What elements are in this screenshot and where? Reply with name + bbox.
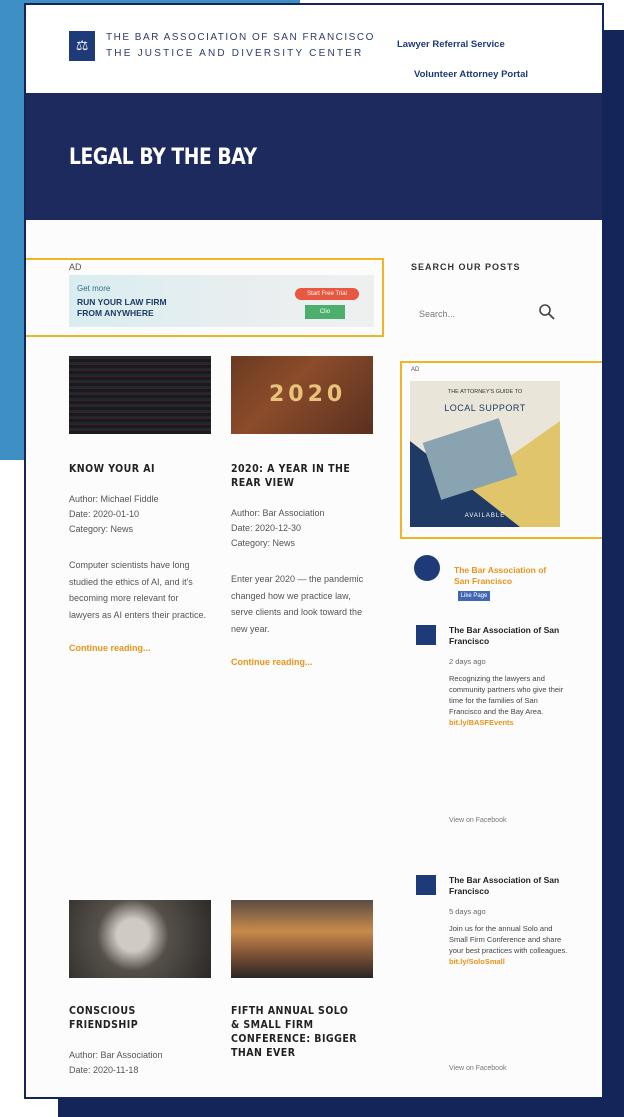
facebook-page-avatar[interactable] bbox=[414, 555, 440, 581]
search-placeholder: Search... bbox=[419, 309, 456, 319]
site-header: ⚖ THE BAR ASSOCIATION OF SAN FRANCISCO T… bbox=[26, 5, 602, 93]
book-kicker: THE ATTORNEY'S GUIDE TO bbox=[447, 389, 523, 395]
ad-brand-badge: Clio bbox=[305, 305, 345, 319]
post-card: KNOW YOUR AI Author: Michael Fiddle Date… bbox=[69, 356, 211, 653]
facebook-post-footer[interactable]: View on Facebook bbox=[449, 817, 506, 824]
post-author: Author: Bar Association bbox=[231, 508, 325, 518]
post-thumbnail-fist[interactable] bbox=[69, 900, 211, 978]
sidebar-ad-label: AD bbox=[411, 367, 420, 373]
book-title: LOCAL SUPPORT bbox=[444, 403, 526, 413]
facebook-post-link[interactable]: bit.ly/BASFEvents bbox=[449, 717, 569, 728]
book-footer: AVAILABLE bbox=[464, 513, 506, 519]
facebook-post-avatar[interactable] bbox=[416, 875, 436, 895]
facebook-page-title[interactable]: The Bar Association of San Francisco bbox=[454, 565, 564, 587]
facebook-post-body: Join us for the annual Solo and Small Fi… bbox=[449, 924, 568, 955]
post-thumbnail-code[interactable] bbox=[69, 356, 211, 434]
facebook-post-date[interactable]: 5 days ago bbox=[449, 907, 486, 916]
sidebar-book-ad[interactable]: THE ATTORNEY'S GUIDE TO LOCAL SUPPORT AV… bbox=[410, 381, 560, 527]
facebook-post-avatar[interactable] bbox=[416, 625, 436, 645]
page-title: LEGAL BY THE BAY bbox=[69, 145, 257, 170]
facebook-post: The Bar Association of San Francisco 2 d… bbox=[416, 625, 566, 845]
search-icon[interactable] bbox=[538, 303, 556, 321]
post-meta: Author: Bar Association Date: 2020-11-18 bbox=[69, 1048, 211, 1078]
page-banner: LEGAL BY THE BAY bbox=[26, 93, 602, 220]
post-thumbnail-2020[interactable]: 2020 bbox=[231, 356, 373, 434]
facebook-post-body: Recognizing the lawyers and community pa… bbox=[449, 674, 564, 716]
post-date: Date: 2020-01-10 bbox=[69, 509, 140, 519]
facebook-post-footer[interactable]: View on Facebook bbox=[449, 1065, 506, 1072]
post-meta: Author: Michael Fiddle Date: 2020-01-10 … bbox=[69, 492, 211, 537]
ad-headline-1: RUN YOUR LAW FIRM bbox=[77, 297, 167, 307]
post-title[interactable]: 2020: A YEAR IN THE REAR VIEW bbox=[231, 462, 359, 490]
post-card: 2020 2020: A YEAR IN THE REAR VIEW Autho… bbox=[231, 356, 373, 667]
ad-cta-button[interactable]: Start Free Trial bbox=[295, 288, 359, 300]
post-title[interactable]: FIFTH ANNUAL SOLO & SMALL FIRM CONFERENC… bbox=[231, 1004, 359, 1060]
sidebar-search-heading: SEARCH OUR POSTS bbox=[411, 262, 521, 272]
facebook-post: The Bar Association of San Francisco 5 d… bbox=[416, 875, 569, 1095]
facebook-post-author[interactable]: The Bar Association of San Francisco bbox=[449, 625, 564, 647]
ad-kicker: Get more bbox=[77, 284, 111, 293]
continue-reading-link[interactable]: Continue reading... bbox=[69, 643, 211, 653]
post-author: Author: Bar Association bbox=[69, 1050, 163, 1060]
nav-link-volunteer-portal[interactable]: Volunteer Attorney Portal bbox=[414, 69, 528, 80]
ad-headline-2: FROM ANYWHERE bbox=[77, 308, 154, 318]
post-author: Author: Michael Fiddle bbox=[69, 494, 159, 504]
logo-text-line-1[interactable]: THE BAR ASSOCIATION OF SAN FRANCISCO bbox=[106, 32, 375, 43]
post-card: CONSCIOUS FRIENDSHIP Author: Bar Associa… bbox=[69, 900, 211, 1078]
facebook-post-date[interactable]: 2 days ago bbox=[449, 657, 486, 666]
post-thumbnail-city[interactable] bbox=[231, 900, 373, 978]
facebook-post-text: Join us for the annual Solo and Small Fi… bbox=[449, 923, 569, 967]
post-category: Category: News bbox=[69, 524, 134, 534]
bar-association-logo-icon[interactable]: ⚖ bbox=[69, 31, 95, 61]
nav-link-lawyer-referral[interactable]: Lawyer Referral Service bbox=[397, 39, 505, 50]
ad-banner[interactable]: Get more RUN YOUR LAW FIRM FROM ANYWHERE… bbox=[69, 275, 374, 327]
facebook-post-author[interactable]: The Bar Association of San Francisco bbox=[449, 875, 564, 897]
post-excerpt: Computer scientists have long studied th… bbox=[69, 560, 207, 620]
post-title[interactable]: CONSCIOUS FRIENDSHIP bbox=[69, 1004, 197, 1032]
post-category: Category: News bbox=[231, 538, 296, 548]
facebook-like-button[interactable]: Like Page bbox=[458, 591, 490, 601]
facebook-post-link[interactable]: bit.ly/SoloSmall bbox=[449, 956, 569, 967]
post-card: FIFTH ANNUAL SOLO & SMALL FIRM CONFERENC… bbox=[231, 900, 373, 1060]
browser-page: ⚖ THE BAR ASSOCIATION OF SAN FRANCISCO T… bbox=[24, 3, 604, 1099]
logo-text-line-2[interactable]: THE JUSTICE AND DIVERSITY CENTER bbox=[106, 48, 363, 59]
post-excerpt: Enter year 2020 — the pandemic changed h… bbox=[231, 574, 364, 634]
post-title[interactable]: KNOW YOUR AI bbox=[69, 462, 197, 476]
continue-reading-link[interactable]: Continue reading... bbox=[231, 657, 373, 667]
facebook-post-text: Recognizing the lawyers and community pa… bbox=[449, 673, 569, 728]
post-date: Date: 2020-11-18 bbox=[69, 1065, 139, 1075]
post-date: Date: 2020-12-30 bbox=[231, 523, 302, 533]
ad-label: AD bbox=[69, 262, 82, 272]
post-meta: Author: Bar Association Date: 2020-12-30… bbox=[231, 506, 373, 551]
